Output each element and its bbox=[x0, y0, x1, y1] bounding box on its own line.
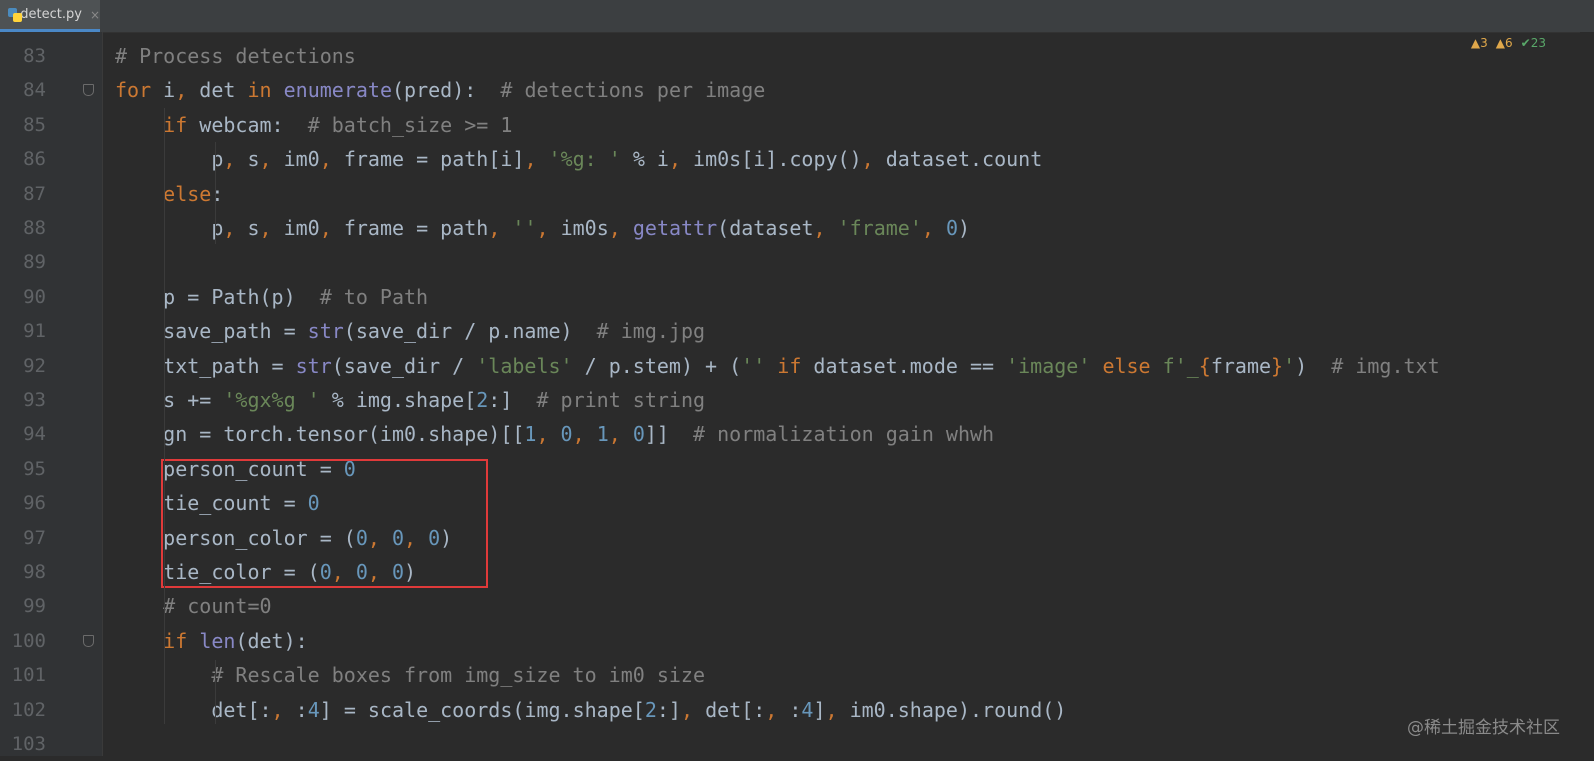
line-number: 91 bbox=[23, 320, 46, 343]
code-text[interactable]: else: bbox=[115, 177, 223, 211]
code-line[interactable]: 88 p, s, im0, frame = path, '', im0s, ge… bbox=[0, 211, 1594, 245]
tab-detect-py[interactable]: detect.py × bbox=[0, 0, 100, 32]
code-text[interactable]: # count=0 bbox=[115, 589, 271, 623]
fold-marker-icon[interactable] bbox=[83, 634, 94, 647]
code-text[interactable]: if len(det): bbox=[115, 624, 308, 658]
vertical-scrollbar[interactable] bbox=[1580, 32, 1594, 756]
indent-guide bbox=[215, 142, 216, 244]
close-icon[interactable]: × bbox=[90, 8, 100, 22]
weak-warning-count[interactable]: ▲6 bbox=[1496, 36, 1513, 50]
code-line[interactable]: 100 if len(det): bbox=[0, 624, 1594, 658]
code-text[interactable]: txt_path = str(save_dir / 'labels' / p.s… bbox=[115, 349, 1439, 383]
line-number: 100 bbox=[11, 629, 46, 652]
line-number: 90 bbox=[23, 285, 46, 308]
code-line[interactable]: 87 else: bbox=[0, 177, 1594, 211]
fold-marker-icon[interactable] bbox=[83, 84, 94, 97]
line-number: 93 bbox=[23, 389, 46, 411]
ok-count[interactable]: ✔23 bbox=[1521, 36, 1546, 50]
code-text[interactable]: # Process detections bbox=[115, 39, 356, 73]
code-line[interactable]: 83 # Process detections bbox=[0, 39, 1594, 73]
code-line[interactable]: 93 s += '%gx%g ' % img.shape[2:] # print… bbox=[0, 383, 1594, 417]
line-number: 95 bbox=[23, 457, 46, 480]
indent-guide bbox=[164, 108, 165, 724]
line-number: 96 bbox=[23, 492, 46, 515]
code-text[interactable]: for i, det in enumerate(pred): # detecti… bbox=[115, 73, 765, 107]
line-number: 84 bbox=[23, 79, 46, 102]
code-text[interactable]: p, s, im0, frame = path[i], '%g: ' % i, … bbox=[115, 142, 1042, 176]
line-number: 94 bbox=[23, 423, 46, 446]
line-number: 83 bbox=[23, 45, 46, 67]
line-number: 92 bbox=[23, 354, 46, 377]
line-number: 86 bbox=[23, 148, 46, 171]
line-number: 97 bbox=[23, 526, 46, 549]
code-line[interactable]: 94 gn = torch.tensor(im0.shape)[[1, 0, 1… bbox=[0, 417, 1594, 451]
code-line[interactable]: 92 txt_path = str(save_dir / 'labels' / … bbox=[0, 349, 1594, 383]
line-number: 89 bbox=[23, 251, 46, 274]
line-number: 87 bbox=[23, 182, 46, 205]
tab-label: detect.py bbox=[20, 7, 82, 22]
code-text[interactable]: p, s, im0, frame = path, '', im0s, getat… bbox=[115, 211, 970, 245]
code-line[interactable]: 99 # count=0 bbox=[0, 589, 1594, 623]
code-text[interactable]: if webcam: # batch_size >= 1 bbox=[115, 108, 512, 142]
code-line[interactable]: 86 p, s, im0, frame = path[i], '%g: ' % … bbox=[0, 142, 1594, 176]
code-text[interactable]: save_path = str(save_dir / p.name) # img… bbox=[115, 314, 705, 348]
line-number: 98 bbox=[23, 561, 46, 583]
code-line[interactable]: 85 if webcam: # batch_size >= 1 bbox=[0, 108, 1594, 142]
line-number: 85 bbox=[23, 113, 46, 136]
watermark: @稀土掘金技术社区 bbox=[1407, 718, 1560, 738]
python-file-icon bbox=[8, 7, 22, 22]
code-line[interactable]: 84 for i, det in enumerate(pred): # detec… bbox=[0, 73, 1594, 107]
code-line[interactable]: 89 bbox=[0, 245, 1594, 279]
code-text[interactable]: s += '%gx%g ' % img.shape[2:] # print st… bbox=[115, 383, 705, 417]
warning-count[interactable]: ▲3 bbox=[1471, 36, 1488, 50]
code-line[interactable]: 90 p = Path(p) # to Path bbox=[0, 280, 1594, 314]
line-number: 99 bbox=[23, 595, 46, 618]
line-number: 88 bbox=[23, 217, 46, 239]
editor-tab-bar: detect.py × bbox=[0, 0, 1594, 33]
code-text[interactable]: gn = torch.tensor(im0.shape)[[1, 0, 1, 0… bbox=[115, 417, 994, 451]
inspection-status[interactable]: ▲3 ▲6 ✔23 bbox=[1471, 36, 1546, 50]
code-line[interactable]: 102 det[:, :4] = scale_coords(img.shape[… bbox=[0, 693, 1594, 727]
code-line[interactable]: 101 # Rescale boxes from img_size to im0… bbox=[0, 658, 1594, 692]
line-number: 102 bbox=[11, 698, 46, 721]
annotation-highlight-box bbox=[161, 459, 488, 588]
code-line[interactable]: 91 save_path = str(save_dir / p.name) # … bbox=[0, 314, 1594, 348]
line-number: 101 bbox=[11, 664, 46, 687]
indent-guide bbox=[215, 660, 216, 724]
code-text[interactable]: p = Path(p) # to Path bbox=[115, 280, 428, 314]
code-text[interactable]: # Rescale boxes from img_size to im0 siz… bbox=[115, 658, 705, 692]
code-text[interactable]: det[:, :4] = scale_coords(img.shape[2:],… bbox=[115, 693, 1066, 727]
